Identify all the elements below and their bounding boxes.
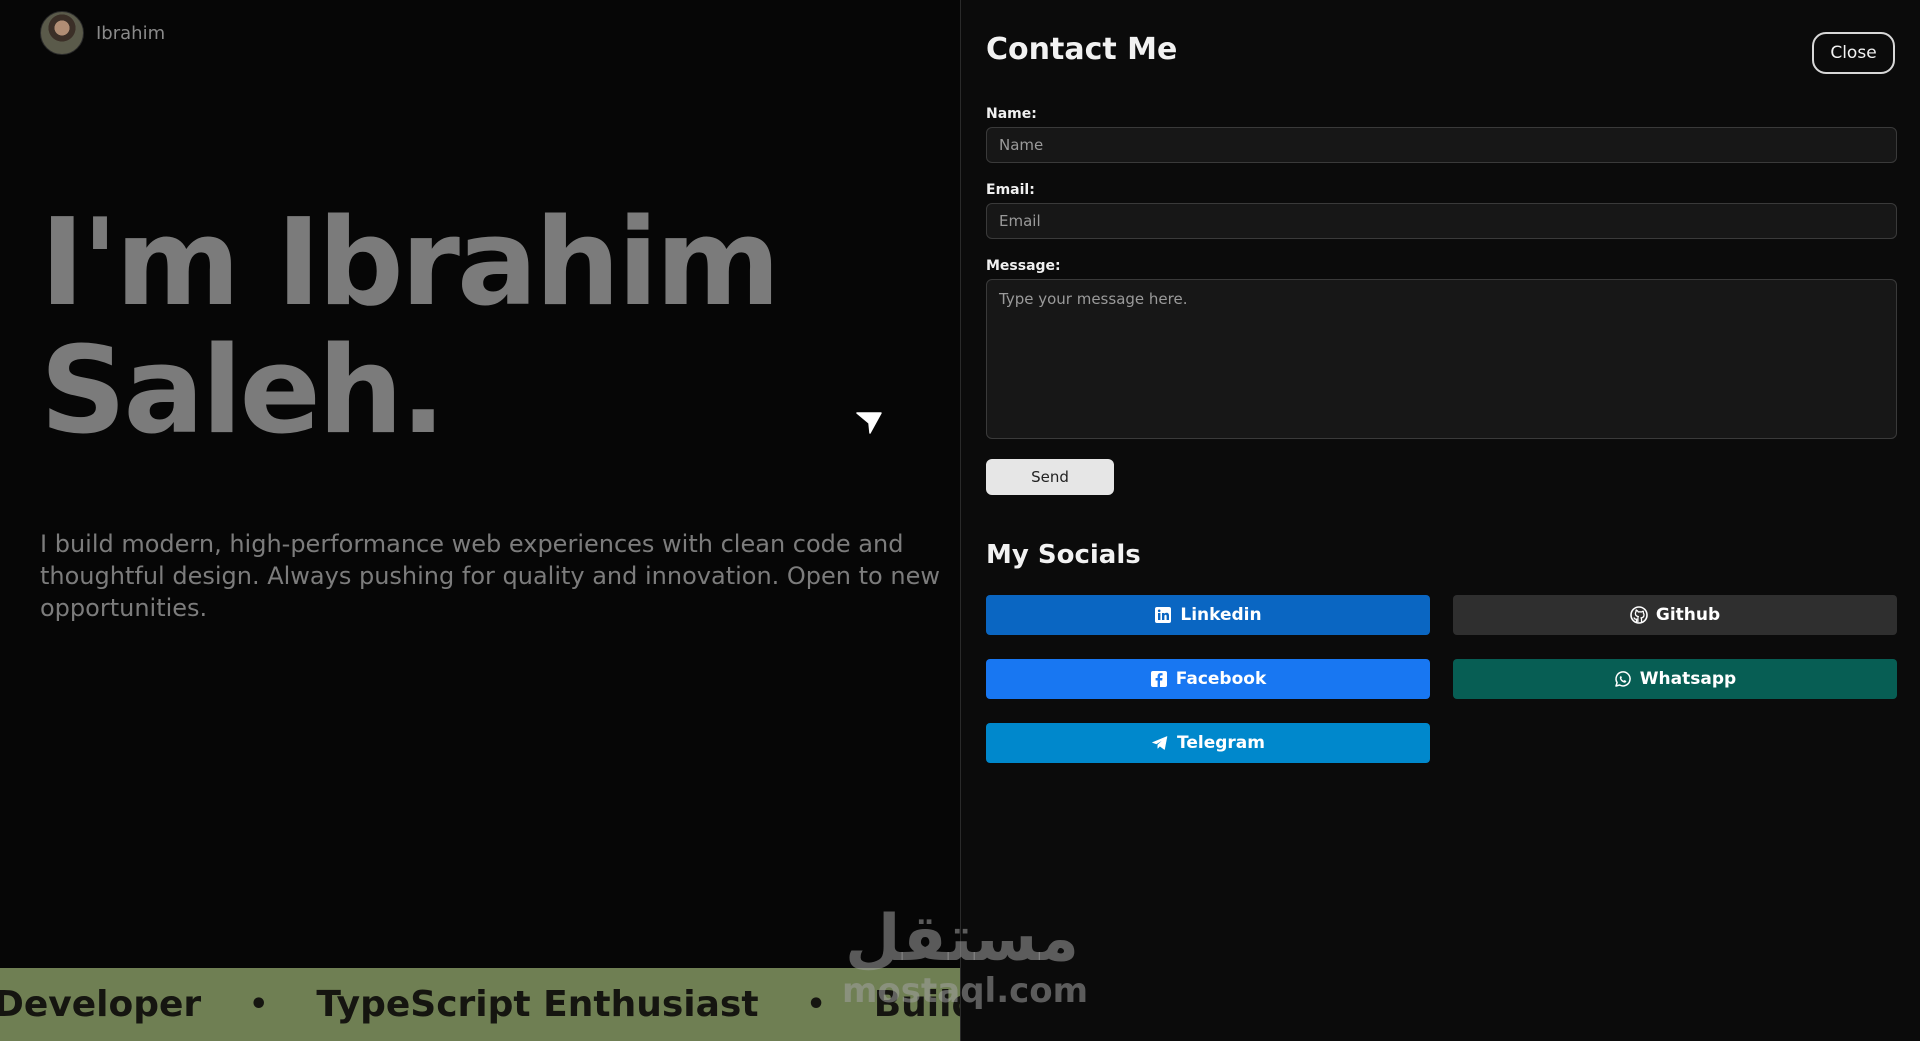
linkedin-label: Linkedin [1180,605,1262,625]
skills-marquee: s Developer • TypeScript Enthusiast • Bu… [0,968,960,1041]
facebook-icon [1150,671,1167,687]
send-button[interactable]: Send [986,459,1114,495]
cursor-icon [856,412,882,434]
contact-title: Contact Me [986,32,1178,67]
avatar [40,11,84,55]
hero-section: Ibrahim I'm Ibrahim Saleh. I build moder… [0,0,960,1041]
telegram-label: Telegram [1177,733,1265,753]
message-label: Message: [986,258,1061,274]
hero-description: I build modern, high-performance web exp… [40,530,940,622]
github-icon [1630,606,1648,624]
name-input[interactable] [986,127,1897,163]
watermark-latin: mostaql.com [842,971,1089,1011]
name-label: Name: [986,106,1037,122]
watermark: مستقل mostaql.com [842,902,1089,1025]
marquee-item: TypeScript Enthusiast [316,984,759,1025]
github-label: Github [1655,605,1721,625]
facebook-label: Facebook [1175,669,1267,689]
close-button[interactable]: Close [1812,32,1895,74]
github-button[interactable]: Github [1453,595,1897,635]
linkedin-icon [1155,607,1172,623]
message-textarea[interactable] [986,279,1897,439]
whatsapp-label: Whatsapp [1639,669,1737,689]
marquee-separator: • [249,987,269,1022]
socials-title: My Socials [986,540,1141,570]
hero-title-line1: I'm Ibrahim [40,194,781,333]
page: Ibrahim I'm Ibrahim Saleh. I build moder… [0,0,1920,1041]
brand-name: Ibrahim [96,22,166,44]
watermark-arabic: مستقل [844,902,1080,976]
hero-title: I'm Ibrahim Saleh. [40,200,920,456]
linkedin-button[interactable]: Linkedin [986,595,1430,635]
marquee-track: s Developer • TypeScript Enthusiast • Bu… [0,984,960,1025]
brand[interactable]: Ibrahim [40,11,165,55]
facebook-button[interactable]: Facebook [986,659,1430,699]
marquee-separator: • [806,987,826,1022]
contact-panel: Contact Me Close Name: Email: Message: S… [960,0,1920,1041]
marquee-item: s Developer [0,984,202,1025]
telegram-button[interactable]: Telegram [986,723,1430,763]
hero-title-line2: Saleh. [40,322,446,461]
email-label: Email: [986,182,1035,198]
telegram-icon [1152,736,1168,750]
email-input[interactable] [986,203,1897,239]
whatsapp-icon [1615,671,1631,687]
whatsapp-button[interactable]: Whatsapp [1453,659,1897,699]
